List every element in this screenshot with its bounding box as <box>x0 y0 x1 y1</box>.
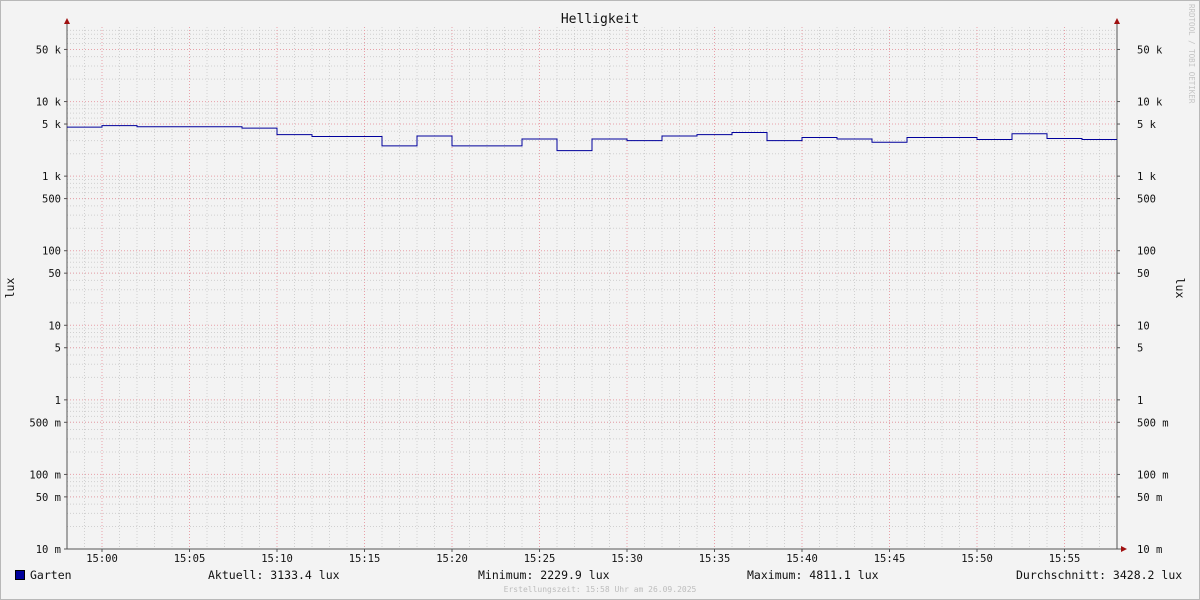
y-tick-label-right: 1 <box>1137 395 1143 407</box>
x-tick-label: 15:35 <box>699 553 731 565</box>
x-tick-label: 15:55 <box>1049 553 1081 565</box>
x-tick-label: 15:20 <box>436 553 468 565</box>
y-tick-label-right: 5 k <box>1137 119 1157 131</box>
rrdtool-credit: RRDTOOL / TOBI OETIKER <box>1187 4 1196 104</box>
y-tick-label-right: 10 m <box>1137 544 1162 556</box>
y-tick-label-right: 50 k <box>1137 44 1163 56</box>
y-tick-label-right: 50 <box>1137 268 1150 280</box>
x-tick-label: 15:05 <box>174 553 206 565</box>
x-tick-label: 15:50 <box>961 553 993 565</box>
y-axis-label-right: lux <box>1173 278 1187 299</box>
legend-swatch <box>15 570 25 580</box>
x-tick-label: 15:00 <box>86 553 118 565</box>
legend-maximum: Maximum: 4811.1 lux <box>747 568 879 582</box>
y-tick-label-left: 1 k <box>42 171 62 183</box>
x-tick-label: 15:30 <box>611 553 643 565</box>
y-axis-arrow-left <box>64 18 70 24</box>
y-axis-arrow-right <box>1114 18 1120 24</box>
y-tick-label-left: 100 <box>42 246 61 258</box>
chart-svg: 10 m 10 m 50 m 50 m 100 m 100 m 500 m 500 m 1 1 5 5… <box>3 12 1187 565</box>
y-tick-label-left: 5 <box>55 343 61 355</box>
y-tick-label-left: 10 k <box>36 97 62 109</box>
legend-minimum: Minimum: 2229.9 lux <box>478 568 610 582</box>
grid-layer <box>66 27 1118 549</box>
x-tick-label: 15:40 <box>786 553 818 565</box>
y-tick-label-left: 10 <box>48 320 61 332</box>
y-tick-label-right: 500 <box>1137 194 1156 206</box>
y-tick-label-right: 500 m <box>1137 417 1169 429</box>
y-tick-label-left: 500 m <box>29 417 61 429</box>
y-tick-label-right: 100 m <box>1137 469 1169 481</box>
footer-timestamp: Erstellungszeit: 15:58 Uhr am 26.09.2025 <box>503 585 697 594</box>
y-tick-label-right: 10 k <box>1137 97 1163 109</box>
y-tick-label-left: 100 m <box>29 469 61 481</box>
y-tick-label-right: 5 <box>1137 343 1143 355</box>
x-tick-label: 15:10 <box>261 553 293 565</box>
legend-series-label: Garten <box>30 568 72 582</box>
legend-average: Durchschnitt: 3428.2 lux <box>1016 568 1183 582</box>
y-tick-label-left: 1 <box>55 395 61 407</box>
y-tick-label-left: 5 k <box>42 119 62 131</box>
y-axis-label-left: lux <box>3 278 17 299</box>
x-axis-arrow <box>1121 546 1127 552</box>
chart-title: Helligkeit <box>561 12 639 27</box>
x-tick-label: 15:25 <box>524 553 556 565</box>
y-tick-label-right: 100 <box>1137 246 1156 258</box>
y-tick-label-left: 50 k <box>36 44 62 56</box>
y-tick-label-right: 10 <box>1137 320 1150 332</box>
y-tick-label-right: 1 k <box>1137 171 1157 183</box>
y-tick-label-left: 50 m <box>36 492 61 504</box>
axes-layer <box>64 18 1127 552</box>
y-tick-label-right: 50 m <box>1137 492 1162 504</box>
legend-current: Aktuell: 3133.4 lux <box>208 568 340 582</box>
y-tick-label-left: 500 <box>42 194 61 206</box>
x-tick-label: 15:45 <box>874 553 906 565</box>
y-tick-label-left: 50 <box>48 268 61 280</box>
y-tick-label-left: 10 m <box>36 544 61 556</box>
x-tick-label: 15:15 <box>349 553 381 565</box>
